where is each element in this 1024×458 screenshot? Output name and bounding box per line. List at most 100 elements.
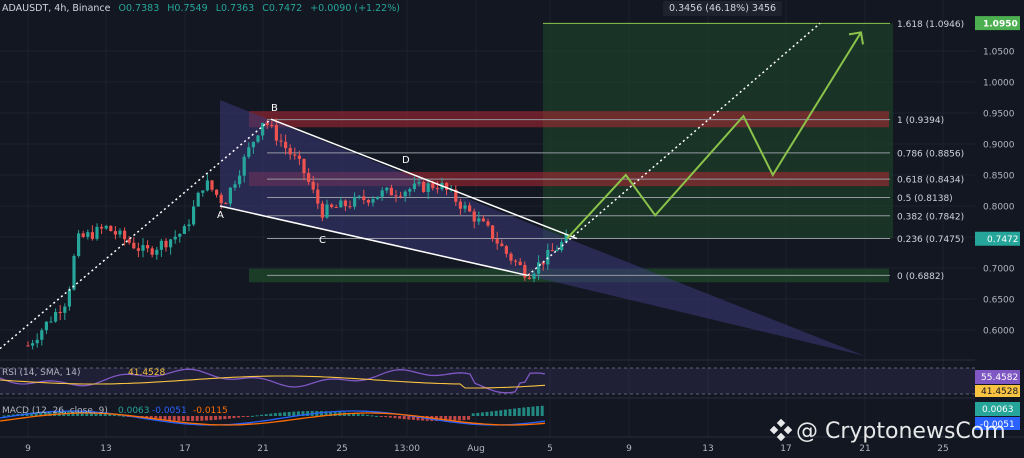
price-tick-label: 0.8000: [983, 203, 1015, 213]
candle-body: [408, 189, 412, 192]
candle-body: [123, 230, 127, 240]
macd-histogram-bar: [361, 414, 365, 416]
candle-body: [77, 233, 81, 256]
rsi-ma-tag-label: 41.4528: [981, 387, 1018, 397]
candle-body: [495, 239, 499, 244]
candle-body: [537, 262, 541, 274]
macd-histogram-bar: [223, 416, 227, 420]
candle-body: [49, 321, 53, 323]
price-axis: 1.05001.00000.95000.90000.85000.80000.75…: [975, 0, 1024, 458]
target-price-label: 1.0950: [983, 20, 1018, 30]
candle-body: [417, 182, 421, 184]
candle-body: [187, 224, 191, 227]
time-tick-label: 5: [547, 444, 553, 454]
fib-label: 0 (0.6882): [897, 272, 944, 282]
macd-histogram-bar: [398, 416, 402, 419]
pattern-label-c: C: [319, 235, 326, 246]
candle-body: [307, 173, 311, 182]
candle-body: [224, 203, 228, 205]
candle-body: [173, 236, 177, 240]
macd-histogram-bar: [246, 416, 250, 417]
candle-body: [297, 155, 301, 159]
candle-body: [141, 245, 145, 251]
candle-body: [468, 205, 472, 212]
macd-histogram-bar: [531, 406, 535, 416]
candle-body: [155, 249, 159, 255]
candle-body: [90, 232, 94, 239]
current-price-label: 0.7472: [987, 235, 1019, 245]
macd-histogram-bar: [503, 409, 507, 416]
candle-body: [81, 233, 85, 237]
pattern-label-a: A: [217, 210, 224, 221]
macd-histogram-bar: [273, 413, 277, 416]
candle-body: [376, 196, 380, 200]
fib-label: 0.5 (0.8138): [897, 194, 953, 204]
macd-histogram-bar: [209, 416, 213, 421]
time-tick-label: 17: [179, 444, 190, 454]
fib-label: 0.236 (0.7475): [897, 235, 964, 245]
candle-body: [316, 189, 320, 204]
macd-histogram-bar: [237, 416, 241, 418]
macd-histogram-bar: [540, 405, 544, 416]
macd-histogram-bar: [379, 416, 383, 417]
macd-histogram-bar: [191, 416, 195, 421]
candle-body: [247, 147, 251, 157]
candle-body: [54, 312, 58, 322]
macd-histogram-bar: [375, 415, 379, 417]
rsi-value-label: 55.4582: [981, 373, 1018, 383]
price-tick-label: 0.8500: [983, 172, 1015, 182]
measure-label: 0.3456 (46.18%) 3456: [663, 1, 783, 16]
macd-histogram-bar: [333, 411, 337, 416]
candle-body: [182, 226, 186, 234]
candle-body: [527, 277, 531, 279]
candle-body: [169, 239, 173, 248]
macd-histogram-bar: [227, 416, 231, 419]
candle-body: [44, 321, 48, 331]
macd-histogram-bar: [255, 415, 259, 417]
candle-body: [109, 225, 113, 232]
candle-body: [192, 206, 196, 225]
macd-histogram-bar: [476, 412, 480, 416]
candle-body: [504, 246, 508, 254]
candle-body: [555, 250, 559, 252]
time-tick-label: 21: [257, 444, 268, 454]
rsi-label: RSI (14, SMA, 14): [2, 368, 81, 378]
macd-histogram-bar: [453, 416, 457, 421]
price-tick-label: 0.6000: [983, 327, 1015, 337]
macd-histogram-bar: [480, 412, 484, 416]
symbol-header: ADAUSDT, 4h, Binance O0.7383 H0.7549 L0.…: [2, 3, 405, 14]
candle-body: [228, 187, 232, 204]
price-chart[interactable]: 1.618 (1.0946) 1 (0.9394) 0.786 (0.8856) 0.…: [0, 0, 1024, 458]
macd-histogram-bar: [402, 416, 406, 420]
candle-body: [270, 125, 274, 127]
candle-body: [458, 201, 462, 209]
time-tick-label: 13:00: [394, 444, 420, 454]
time-tick-label: 13: [100, 444, 111, 454]
time-tick-label: 9: [25, 444, 31, 454]
macd-histogram-bar: [407, 416, 411, 420]
candle-body: [380, 190, 384, 197]
time-tick-label: 17: [780, 444, 791, 454]
symbol-label[interactable]: ADAUSDT, 4h, Binance: [2, 3, 110, 14]
candle-body: [426, 183, 430, 192]
candle-body: [159, 240, 163, 250]
rsi-ma-value: 41.4528: [128, 368, 165, 378]
macd-histogram-bar: [292, 411, 296, 416]
macd-histogram-bar: [218, 416, 222, 420]
macd-histogram-bar: [462, 416, 466, 421]
watermark: @ CryptonewsCom: [770, 419, 1006, 444]
candle-body: [113, 231, 117, 235]
macd-histogram-bar: [250, 415, 254, 417]
candle-body: [150, 248, 154, 255]
macd-histogram-bar: [283, 412, 287, 416]
candle-body: [477, 218, 481, 222]
candle-body: [403, 191, 407, 197]
candle-body: [394, 195, 398, 197]
macd-histogram-bar: [384, 416, 388, 418]
open-value: O0.7383: [118, 3, 160, 14]
price-tick-label: 0.9000: [983, 141, 1015, 151]
candle-body: [86, 232, 90, 237]
candle-body: [334, 206, 338, 208]
candle-body: [486, 221, 490, 226]
candle-body: [399, 195, 403, 197]
